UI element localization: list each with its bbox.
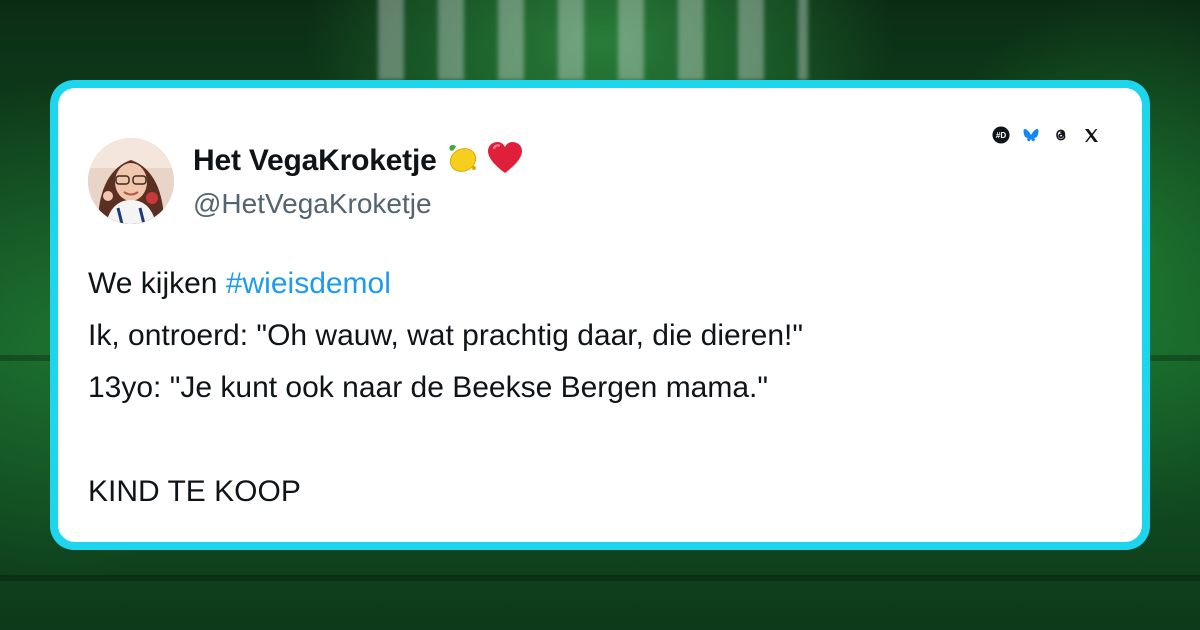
bluesky-icon[interactable] <box>1022 126 1040 144</box>
social-icons: #D <box>992 126 1100 144</box>
tweet-card: Het VegaKroketje @HetVegaKroketje #D We … <box>50 80 1150 550</box>
threads-icon[interactable] <box>1052 126 1070 144</box>
red-heart-emoji <box>487 141 523 180</box>
x-icon[interactable] <box>1082 126 1100 144</box>
svg-text:#D: #D <box>996 131 1006 140</box>
background-stripe <box>0 575 1200 581</box>
tweet-text-segment: We kijken <box>88 267 226 300</box>
background-sign <box>378 0 808 80</box>
avatar[interactable] <box>88 138 174 224</box>
lemon-emoji <box>445 141 479 180</box>
author-handle[interactable]: @HetVegaKroketje <box>193 188 432 220</box>
tweet-line: KIND TE KOOP <box>88 475 301 508</box>
tweet-line: We kijken #wieisdemol <box>88 258 1108 310</box>
dumpert-icon[interactable]: #D <box>992 126 1010 144</box>
tweet-card-body: Het VegaKroketje @HetVegaKroketje #D We … <box>58 88 1142 542</box>
author-name-row: Het VegaKroketje <box>193 141 523 180</box>
hashtag-link[interactable]: #wieisdemol <box>226 267 391 300</box>
tweet-line: 13yo: "Je kunt ook naar de Beekse Bergen… <box>88 371 769 404</box>
tweet-line: Ik, ontroerd: "Oh wauw, wat prachtig daa… <box>88 319 804 352</box>
tweet-text: We kijken #wieisdemol Ik, ontroerd: "Oh … <box>88 258 1108 518</box>
author-display-name[interactable]: Het VegaKroketje <box>193 144 437 178</box>
